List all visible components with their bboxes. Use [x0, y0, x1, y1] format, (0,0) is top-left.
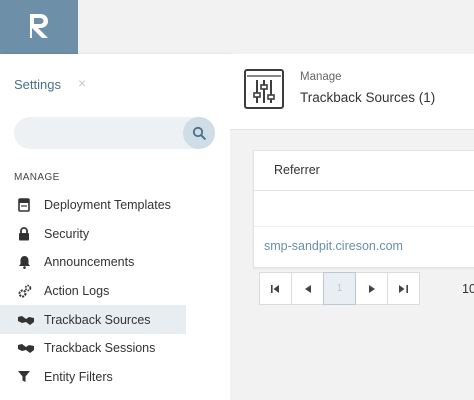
sidebar-item-action-logs[interactable]: Action Logs [0, 277, 186, 306]
filter-row[interactable] [254, 191, 474, 227]
search-icon [192, 126, 206, 140]
pagination: 1 [259, 272, 420, 305]
gears-icon [18, 284, 32, 298]
sidebar-item-label: Announcements [44, 255, 135, 270]
next-page-icon [368, 284, 375, 293]
handshake-icon [18, 344, 34, 354]
handshake-icon [18, 315, 34, 325]
sidebar-item-label: Deployment Templates [44, 198, 171, 213]
main-panel: Manage Trackback Sources (1) Referrer sm… [230, 54, 474, 400]
sidebar-item-label: Entity Filters [44, 369, 113, 384]
close-icon[interactable]: × [78, 76, 86, 90]
sidebar-item-trackback-sessions[interactable]: Trackback Sessions [0, 334, 186, 363]
sidebar-item-label: Trackback Sessions [44, 341, 156, 356]
trackback-sources-grid: Referrer smp-sandpit.cireson.com [253, 150, 474, 268]
sidebar-item-security[interactable]: Security [0, 220, 186, 249]
r-logo-icon [30, 14, 48, 38]
first-page-icon [271, 284, 279, 293]
page-header: Manage Trackback Sources (1) [230, 54, 474, 130]
column-header-label: Referrer [274, 163, 320, 177]
prev-page-icon [304, 284, 311, 293]
search-button[interactable] [183, 117, 215, 149]
sidebar-item-deployment-templates[interactable]: Deployment Templates [0, 191, 186, 220]
template-icon [18, 198, 30, 213]
page-size-value[interactable]: 10 [462, 282, 474, 296]
prev-page-button[interactable] [291, 272, 324, 305]
settings-title: Settings [14, 77, 61, 92]
bell-icon [19, 256, 30, 270]
search-input[interactable] [14, 117, 215, 149]
app-logo[interactable] [0, 0, 78, 54]
filter-icon [18, 371, 30, 383]
next-page-button[interactable] [355, 272, 388, 305]
sidebar-item-label: Trackback Sources [44, 312, 151, 327]
column-header-referrer[interactable]: Referrer [254, 151, 474, 191]
settings-sidebar: Settings × MANAGE Deployment Templates S… [0, 54, 230, 400]
settings-nav: Deployment Templates Security Announceme… [0, 191, 230, 391]
page-title: Trackback Sources (1) [300, 90, 436, 105]
last-page-icon [399, 284, 408, 293]
last-page-button[interactable] [387, 272, 420, 305]
page-1-button[interactable]: 1 [323, 272, 356, 305]
sidebar-item-announcements[interactable]: Announcements [0, 248, 186, 277]
top-bar [0, 0, 474, 54]
sidebar-item-label: Security [44, 226, 90, 241]
section-label-manage: MANAGE [14, 172, 60, 183]
table-row[interactable]: smp-sandpit.cireson.com [264, 239, 403, 253]
page-subtitle: Manage [300, 71, 342, 83]
first-page-button[interactable] [259, 272, 292, 305]
sidebar-item-trackback-sources[interactable]: Trackback Sources [0, 305, 186, 334]
lock-icon [19, 226, 29, 241]
sidebar-item-label: Action Logs [44, 284, 110, 299]
sidebar-item-entity-filters[interactable]: Entity Filters [0, 363, 186, 392]
sliders-icon [244, 69, 284, 109]
